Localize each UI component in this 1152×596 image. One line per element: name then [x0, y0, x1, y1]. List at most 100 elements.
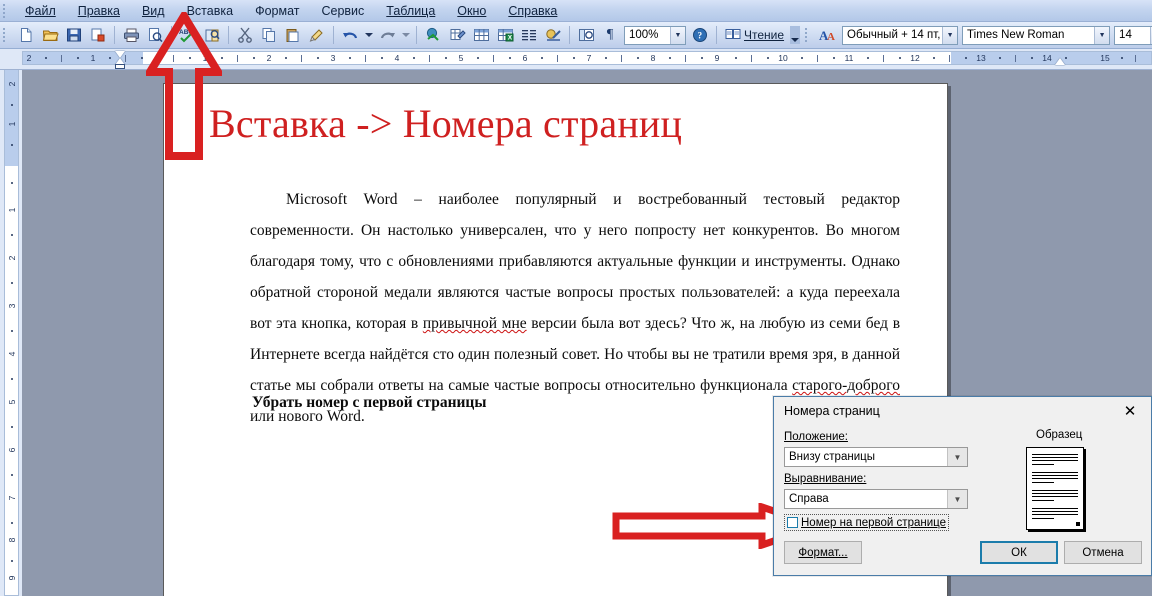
new-document-icon[interactable] [15, 24, 37, 46]
v-tick: 5 [6, 399, 17, 405]
research-icon[interactable] [201, 24, 223, 46]
v-tick: 8 [6, 537, 17, 543]
font-value: Times New Roman [967, 29, 1065, 41]
font-combo[interactable]: Times New Roman ▼ [962, 25, 1111, 45]
menu-item-insert[interactable]: Вставка [176, 2, 244, 20]
position-label: Положение: [784, 431, 848, 443]
save-icon[interactable] [63, 24, 85, 46]
page-number-preview-icon [1026, 447, 1084, 530]
spelling-check-icon[interactable]: ABC [177, 24, 199, 46]
tables-and-borders-icon[interactable] [446, 24, 468, 46]
toolbar-separator [114, 26, 115, 44]
ok-button[interactable]: ОК [980, 541, 1058, 564]
open-folder-icon[interactable] [39, 24, 61, 46]
body-line: кнопка, которая в привычной мне версии б… [301, 315, 825, 332]
copy-icon[interactable] [258, 24, 280, 46]
print-icon[interactable] [120, 24, 142, 46]
position-combo[interactable]: Внизу страницы ▼ [784, 447, 968, 467]
first-page-number-checkbox[interactable] [787, 517, 798, 528]
redo-dropdown-icon[interactable] [400, 24, 411, 46]
drawing-icon[interactable] [542, 24, 564, 46]
styles-and-formatting-icon[interactable]: AA [817, 24, 839, 46]
format-painter-icon[interactable] [306, 24, 328, 46]
h-tick: 5 [458, 53, 464, 63]
chevron-down-icon[interactable]: ▼ [1094, 26, 1110, 44]
show-formatting-marks-icon[interactable]: ¶ [599, 24, 621, 46]
horizontal-ruler[interactable]: 2 1 1 2 3 4 5 6 7 8 9 10 11 12 13 14 15 [0, 49, 1152, 70]
h-tick: 2 [266, 53, 272, 63]
paste-icon[interactable] [282, 24, 304, 46]
menu-bar-grip[interactable] [2, 2, 11, 19]
first-page-number-label: Номер на первой странице [801, 517, 946, 529]
insert-table-icon[interactable] [470, 24, 492, 46]
menu-item-edit[interactable]: Правка [67, 2, 131, 20]
menu-item-file[interactable]: Файл [14, 2, 67, 20]
undo-icon[interactable] [339, 24, 361, 46]
alignment-combo[interactable]: Справа ▼ [784, 489, 968, 509]
menu-label-table: Таблица [386, 3, 436, 18]
insert-hyperlink-icon[interactable] [422, 24, 444, 46]
chevron-down-icon[interactable]: ▼ [947, 490, 967, 508]
h-tick: 3 [330, 53, 336, 63]
left-indent-marker[interactable] [115, 64, 125, 69]
font-size-value: 14 [1119, 29, 1132, 41]
svg-text:A: A [827, 31, 835, 43]
mail-recipient-icon[interactable] [87, 24, 109, 46]
columns-icon[interactable] [518, 24, 540, 46]
menu-item-table[interactable]: Таблица [375, 2, 446, 20]
menu-label-edit: Правка [77, 3, 120, 18]
cancel-button[interactable]: Отмена [1064, 541, 1142, 564]
menu-item-service[interactable]: Сервис [310, 2, 375, 20]
menu-label-format: Формат [255, 3, 300, 18]
zoom-combo[interactable]: 100% ▼ [624, 25, 686, 45]
print-preview-icon[interactable] [144, 24, 166, 46]
v-tick: 2 [6, 81, 17, 87]
close-icon[interactable]: ✕ [1109, 397, 1151, 424]
toolbar-overflow-icon[interactable] [789, 24, 801, 46]
font-size-combo[interactable]: 14 ▼ [1114, 25, 1152, 45]
toolbar-grip[interactable] [2, 27, 11, 43]
menu-item-view[interactable]: Вид [131, 2, 176, 20]
h-tick: 13 [976, 53, 986, 63]
zoom-value: 100% [629, 29, 659, 41]
formatting-toolbar-grip[interactable] [804, 27, 814, 43]
sample-label: Образец [1036, 429, 1083, 441]
toolbar-separator [716, 26, 717, 44]
chevron-down-icon[interactable]: ▼ [670, 26, 685, 44]
dialog-title: Номера страниц [784, 404, 880, 418]
menu-item-help[interactable]: Справка [497, 2, 568, 20]
h-tick: 1 [90, 53, 96, 63]
vertical-ruler[interactable]: 2 1 1 2 3 4 5 6 7 8 9 [0, 70, 22, 596]
dialog-titlebar[interactable]: Номера страниц ✕ [774, 397, 1151, 425]
horizontal-ruler-track[interactable]: 2 1 1 2 3 4 5 6 7 8 9 10 11 12 13 14 15 [22, 51, 1152, 65]
page-numbers-dialog[interactable]: Номера страниц ✕ Положение: Внизу страни… [773, 396, 1152, 576]
document-map-icon[interactable] [575, 24, 597, 46]
document-subheading: Убрать номер с первой страницы [252, 394, 487, 411]
menu-bar: Файл Правка Вид Вставка Формат Сервис Та… [0, 0, 1152, 22]
insert-excel-table-icon[interactable]: X [494, 24, 516, 46]
h-tick: 15 [1100, 53, 1110, 63]
first-page-number-checkbox-row[interactable]: Номер на первой странице [784, 514, 949, 531]
svg-text:?: ? [698, 31, 703, 41]
menu-item-window[interactable]: Окно [446, 2, 497, 20]
chevron-down-icon[interactable]: ▼ [947, 448, 967, 466]
format-button[interactable]: Формат... [784, 541, 862, 564]
menu-item-format[interactable]: Формат [244, 2, 310, 20]
svg-text:X: X [507, 35, 512, 42]
right-indent-marker[interactable] [1055, 58, 1065, 65]
reading-layout-button[interactable]: Чтение [721, 28, 788, 43]
redo-icon[interactable] [376, 24, 398, 46]
cut-icon[interactable] [234, 24, 256, 46]
h-tick: 2 [26, 53, 32, 63]
vertical-ruler-track[interactable]: 2 1 1 2 3 4 5 6 7 8 9 [4, 70, 19, 596]
document-title: Вставка -> Номера страниц [209, 101, 683, 146]
chevron-down-icon[interactable]: ▼ [942, 26, 958, 44]
toolbar-separator [333, 26, 334, 44]
undo-dropdown-icon[interactable] [363, 24, 374, 46]
horizontal-ruler-ticks: 2 1 1 2 3 4 5 6 7 8 9 10 11 12 13 14 15 [23, 52, 1151, 66]
h-tick: 1 [202, 53, 208, 63]
style-combo[interactable]: Обычный + 14 пт, ▼ [842, 25, 959, 45]
help-icon[interactable]: ? [689, 24, 711, 46]
v-tick: 3 [6, 303, 17, 309]
first-line-indent-marker[interactable] [115, 51, 125, 58]
